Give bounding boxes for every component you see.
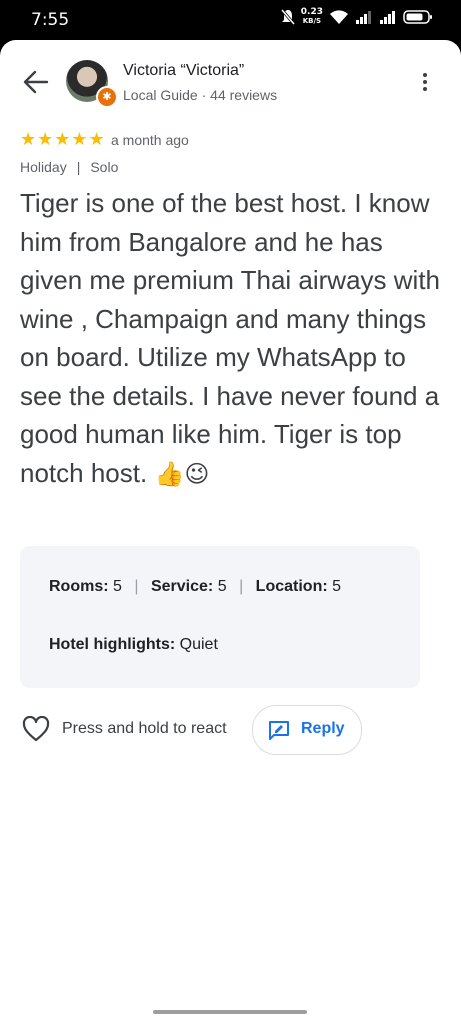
reviewer-subtitle: Local Guide · 44 reviews <box>123 87 278 103</box>
ratings-box: Rooms: 5 | Service: 5 | Location: 5 Hote… <box>20 546 420 688</box>
reply-label: Reply <box>301 720 345 737</box>
travel-group: Solo <box>90 159 119 175</box>
reply-button[interactable]: Reply <box>252 705 362 755</box>
arrow-back-icon[interactable] <box>22 69 50 95</box>
location-label: Location: <box>255 578 328 595</box>
service-label: Service: <box>150 578 214 595</box>
ratings-row: Rooms: 5 | Service: 5 | Location: 5 <box>49 578 341 596</box>
service-value: 5 <box>217 578 227 595</box>
trip-tags: Holiday | Solo <box>20 159 118 175</box>
mute-bell-icon <box>280 9 295 25</box>
signal-icon <box>380 11 395 24</box>
star-rating: ★★★★★ <box>20 129 106 150</box>
status-bar: 7:55 0.23 KB/S <box>0 0 461 40</box>
home-indicator[interactable] <box>153 1010 307 1014</box>
highlights-value: Quiet <box>179 636 218 653</box>
tag-divider: | <box>76 159 81 175</box>
react-label[interactable]: Press and hold to react <box>62 720 227 738</box>
rooms-value: 5 <box>113 578 122 595</box>
highlights-label: Hotel highlights: <box>49 636 176 653</box>
review-body: Tiger is one of the best host. I know hi… <box>20 188 440 488</box>
hotel-highlights: Hotel highlights: Quiet <box>49 636 218 654</box>
net-speed-value: 0.23 <box>300 7 323 17</box>
status-icons: 0.23 KB/S <box>280 8 433 26</box>
ratings-divider: | <box>239 578 244 595</box>
rooms-label: Rooms: <box>49 578 109 595</box>
location-value: 5 <box>332 578 342 595</box>
wifi-icon <box>330 10 348 24</box>
net-speed-unit: KB/S <box>302 17 322 25</box>
review-time: a month ago <box>111 132 189 148</box>
battery-icon <box>403 10 432 24</box>
heart-icon[interactable] <box>22 716 50 742</box>
review-text: Tiger is one of the best host. I know hi… <box>20 184 450 493</box>
local-guide-badge-icon: ✱ <box>96 86 118 108</box>
signal-icon <box>356 11 371 24</box>
reply-edit-icon <box>269 721 289 740</box>
ratings-divider: | <box>134 578 139 595</box>
net-speed: 0.23 KB/S <box>301 8 323 26</box>
more-vert-icon[interactable] <box>415 70 435 94</box>
trip-type: Holiday <box>20 159 67 175</box>
review-emojis: 👍😉 <box>154 459 210 488</box>
reviewer-name[interactable]: Victoria “Victoria” <box>123 62 244 80</box>
status-time: 7:55 <box>31 10 70 30</box>
